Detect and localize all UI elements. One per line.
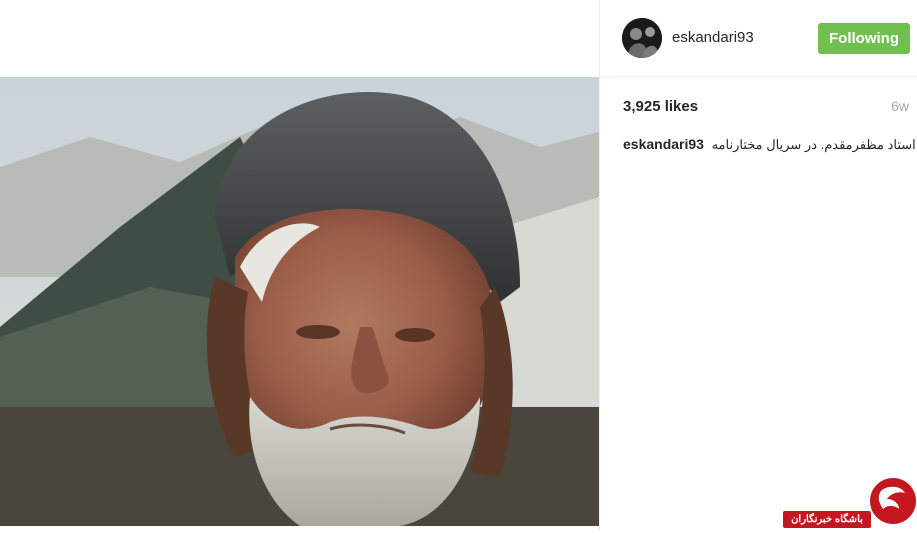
caption-text: استاد مظفرمقدم. در سریال مختارنامه <box>711 137 916 152</box>
post-sidebar: eskandari93 Following 3,925 likes 6w esk… <box>599 0 917 530</box>
avatar[interactable] <box>622 18 662 58</box>
post-caption: eskandari93 استاد مظفرمقدم. در سریال مخت… <box>623 136 916 153</box>
caption-username[interactable]: eskandari93 <box>623 136 704 152</box>
following-button[interactable]: Following <box>818 23 910 54</box>
username-link[interactable]: eskandari93 <box>672 29 754 46</box>
post-image[interactable] <box>0 77 599 526</box>
watermark-label: باشگاه خبرنگاران <box>783 511 871 528</box>
post-header: eskandari93 Following <box>600 0 917 77</box>
watermark-logo-icon <box>863 473 917 530</box>
avatar-image-icon <box>622 18 662 58</box>
post-photo-illustration <box>0 77 599 526</box>
news-agency-watermark: باشگاه خبرنگاران <box>783 473 917 530</box>
likes-count[interactable]: 3,925 likes <box>623 98 698 115</box>
post-time[interactable]: 6w <box>891 98 909 114</box>
